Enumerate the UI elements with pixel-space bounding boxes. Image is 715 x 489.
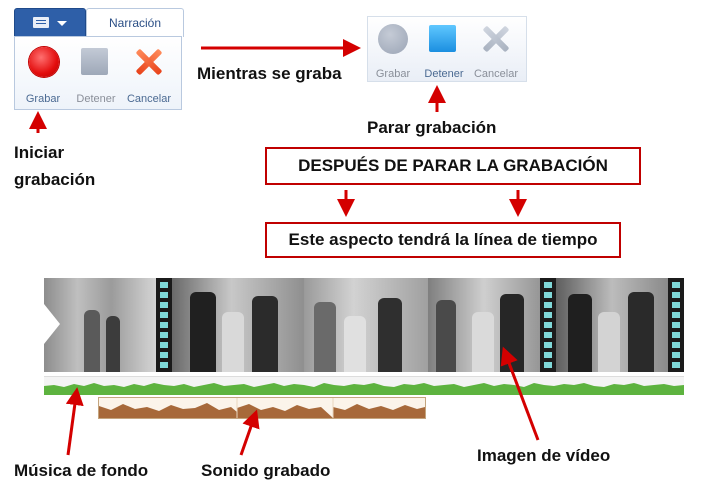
arrow-music — [65, 387, 84, 456]
arrow-video — [500, 346, 540, 441]
arrow-voice — [239, 409, 260, 456]
annotation-arrows — [29, 39, 540, 456]
